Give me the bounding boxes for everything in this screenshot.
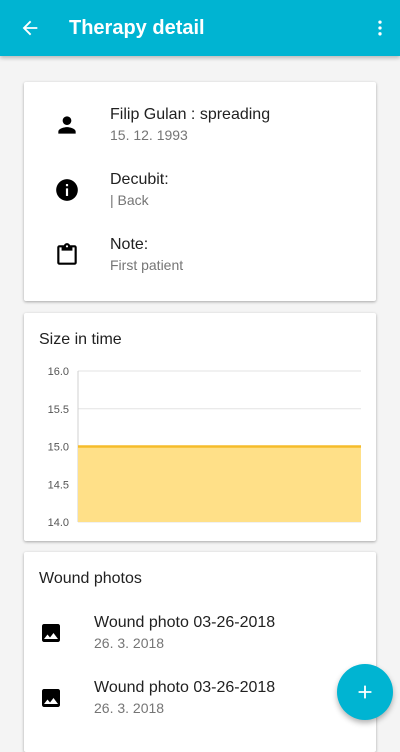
back-button[interactable] xyxy=(10,8,50,48)
page-title: Therapy detail xyxy=(69,17,205,39)
photo-title: Wound photo 03-26-2018 xyxy=(94,614,276,631)
y-tick-label: 14.5 xyxy=(48,479,69,491)
decubit-row: Decubit: | Back xyxy=(24,171,376,221)
decubit-label: Decubit: xyxy=(110,171,169,188)
therapy-info-card: Filip Gulan : spreading 15. 12. 1993 Dec… xyxy=(24,82,376,301)
decubit-value: | Back xyxy=(110,192,149,208)
app-bar: Therapy detail xyxy=(0,0,400,56)
arrow-back-icon xyxy=(22,20,38,36)
wound-photos-card: Wound photos Wound photo 03-26-2018 26. … xyxy=(24,552,376,752)
wound-photos-title: Wound photos xyxy=(39,570,142,587)
photo-date: 26. 3. 2018 xyxy=(94,635,165,651)
photo-date: 26. 3. 2018 xyxy=(94,700,165,716)
add-photo-button[interactable] xyxy=(337,664,393,720)
clipboard-icon xyxy=(57,243,77,265)
size-chart: 14.0 14.5 15.0 15.5 16.0 xyxy=(48,366,361,529)
overflow-menu-button[interactable] xyxy=(366,8,394,48)
note-row: Note: First patient xyxy=(24,236,376,286)
photo-title: Wound photo 03-26-2018 xyxy=(94,679,276,696)
plus-icon xyxy=(358,685,372,699)
more-vert-icon xyxy=(378,20,382,36)
photo-list-item[interactable]: Wound photo 03-26-2018 26. 3. 2018 xyxy=(24,679,376,729)
person-icon xyxy=(58,116,76,134)
area-fill xyxy=(78,446,361,522)
size-chart-card: Size in time 14.0 14.5 15.0 15.5 16.0 xyxy=(24,313,376,541)
note-value: First patient xyxy=(110,257,184,273)
image-icon xyxy=(42,624,60,642)
image-icon xyxy=(42,689,60,707)
patient-row: Filip Gulan : spreading 15. 12. 1993 xyxy=(24,106,376,156)
y-tick-label: 15.0 xyxy=(48,442,69,454)
patient-birth-date: 15. 12. 1993 xyxy=(110,127,188,143)
y-tick-label: 15.5 xyxy=(48,404,69,416)
photo-list-item[interactable]: Wound photo 03-26-2018 26. 3. 2018 xyxy=(24,614,376,664)
y-tick-label: 16.0 xyxy=(48,366,69,378)
y-tick-label: 14.0 xyxy=(48,517,69,529)
note-label: Note: xyxy=(110,236,149,253)
info-icon xyxy=(56,179,78,201)
patient-name: Filip Gulan : spreading xyxy=(110,106,271,123)
